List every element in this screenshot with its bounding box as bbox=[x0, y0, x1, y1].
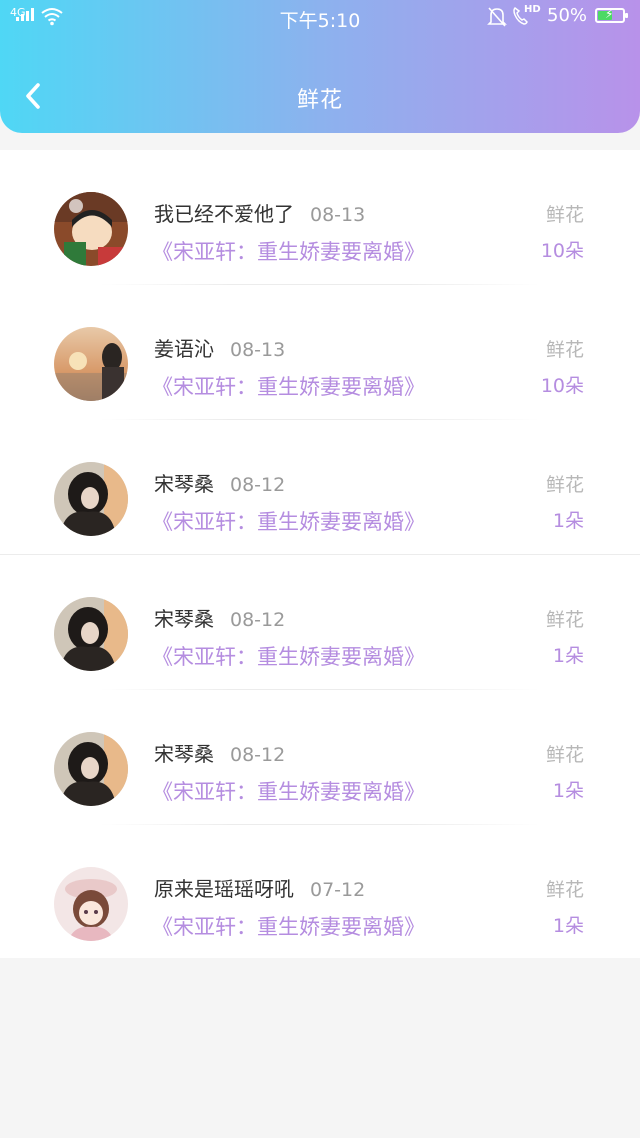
send-date: 08-12 bbox=[230, 474, 286, 496]
user-name: 宋琴桑 08-12 bbox=[154, 742, 286, 766]
book-title[interactable]: 《宋亚轩：重生娇妻要离婚》 bbox=[152, 911, 425, 941]
gift-type: 鲜花 bbox=[545, 339, 584, 361]
status-time: 下午5:10 bbox=[279, 10, 361, 32]
user-name: 原来是瑶瑶呀吼 07-12 bbox=[154, 877, 366, 901]
page-title: 鲜花 bbox=[296, 88, 343, 113]
gift-type: 鲜花 bbox=[545, 744, 584, 766]
user-avatar[interactable] bbox=[54, 462, 128, 536]
flower-record-list: 我已经不爱他了 08-13 《宋亚轩：重生娇妻要离婚》 鲜花 10朵 姜语沁 08-… bbox=[0, 150, 640, 958]
battery-percent: 50% bbox=[547, 5, 588, 26]
gift-count: 1朵 bbox=[552, 915, 584, 937]
user-name: 宋琴桑 08-12 bbox=[154, 472, 286, 496]
book-title[interactable]: 《宋亚轩：重生娇妻要离婚》 bbox=[152, 776, 425, 806]
book-title[interactable]: 《宋亚轩：重生娇妻要离婚》 bbox=[152, 506, 425, 536]
battery-icon: ⚡ bbox=[595, 7, 628, 23]
gift-count: 1朵 bbox=[552, 510, 584, 532]
send-date: 07-12 bbox=[310, 879, 366, 901]
list-item[interactable]: 宋琴桑 08-12 《宋亚轩：重生娇妻要离婚》 鲜花 1朵 bbox=[0, 690, 640, 825]
book-title[interactable]: 《宋亚轩：重生娇妻要离婚》 bbox=[152, 236, 425, 266]
list-item[interactable]: 姜语沁 08-13 《宋亚轩：重生娇妻要离婚》 鲜花 10朵 bbox=[0, 285, 640, 420]
header-bar: 4G 下午5:10 HD 50% ⚡ 鲜花 bbox=[0, 0, 640, 133]
user-avatar[interactable] bbox=[54, 192, 128, 266]
send-date: 08-12 bbox=[230, 744, 286, 766]
book-title[interactable]: 《宋亚轩：重生娇妻要离婚》 bbox=[152, 371, 425, 401]
charging-icon: ⚡ bbox=[605, 7, 614, 21]
book-title[interactable]: 《宋亚轩：重生娇妻要离婚》 bbox=[152, 641, 425, 671]
user-avatar[interactable] bbox=[54, 327, 128, 401]
user-name: 宋琴桑 08-12 bbox=[154, 607, 286, 631]
list-item[interactable]: 宋琴桑 08-12 《宋亚轩：重生娇妻要离婚》 鲜花 1朵 bbox=[0, 420, 640, 555]
list-item[interactable]: 原来是瑶瑶呀吼 07-12 《宋亚轩：重生娇妻要离婚》 鲜花 1朵 bbox=[0, 825, 640, 960]
gift-count: 1朵 bbox=[552, 780, 584, 802]
user-name: 姜语沁 08-13 bbox=[154, 337, 286, 361]
user-avatar[interactable] bbox=[54, 732, 128, 806]
list-item[interactable]: 宋琴桑 08-12 《宋亚轩：重生娇妻要离婚》 鲜花 1朵 bbox=[0, 555, 640, 690]
user-avatar[interactable] bbox=[54, 867, 128, 941]
hd-label: HD bbox=[524, 4, 541, 15]
list-item[interactable]: 我已经不爱他了 08-13 《宋亚轩：重生娇妻要离婚》 鲜花 10朵 bbox=[0, 150, 640, 285]
gift-count: 10朵 bbox=[540, 240, 584, 262]
gift-type: 鲜花 bbox=[545, 474, 584, 496]
gift-type: 鲜花 bbox=[545, 879, 584, 901]
gift-type: 鲜花 bbox=[545, 609, 584, 631]
user-name: 我已经不爱他了 08-13 bbox=[154, 202, 366, 226]
user-avatar[interactable] bbox=[54, 597, 128, 671]
gift-count: 1朵 bbox=[552, 645, 584, 667]
status-bar: 4G 下午5:10 HD 50% ⚡ bbox=[0, 0, 640, 34]
gift-type: 鲜花 bbox=[545, 204, 584, 226]
send-date: 08-13 bbox=[310, 204, 366, 226]
bell-muted-icon bbox=[487, 7, 507, 27]
send-date: 08-12 bbox=[230, 609, 286, 631]
gift-count: 10朵 bbox=[540, 375, 584, 397]
send-date: 08-13 bbox=[230, 339, 286, 361]
